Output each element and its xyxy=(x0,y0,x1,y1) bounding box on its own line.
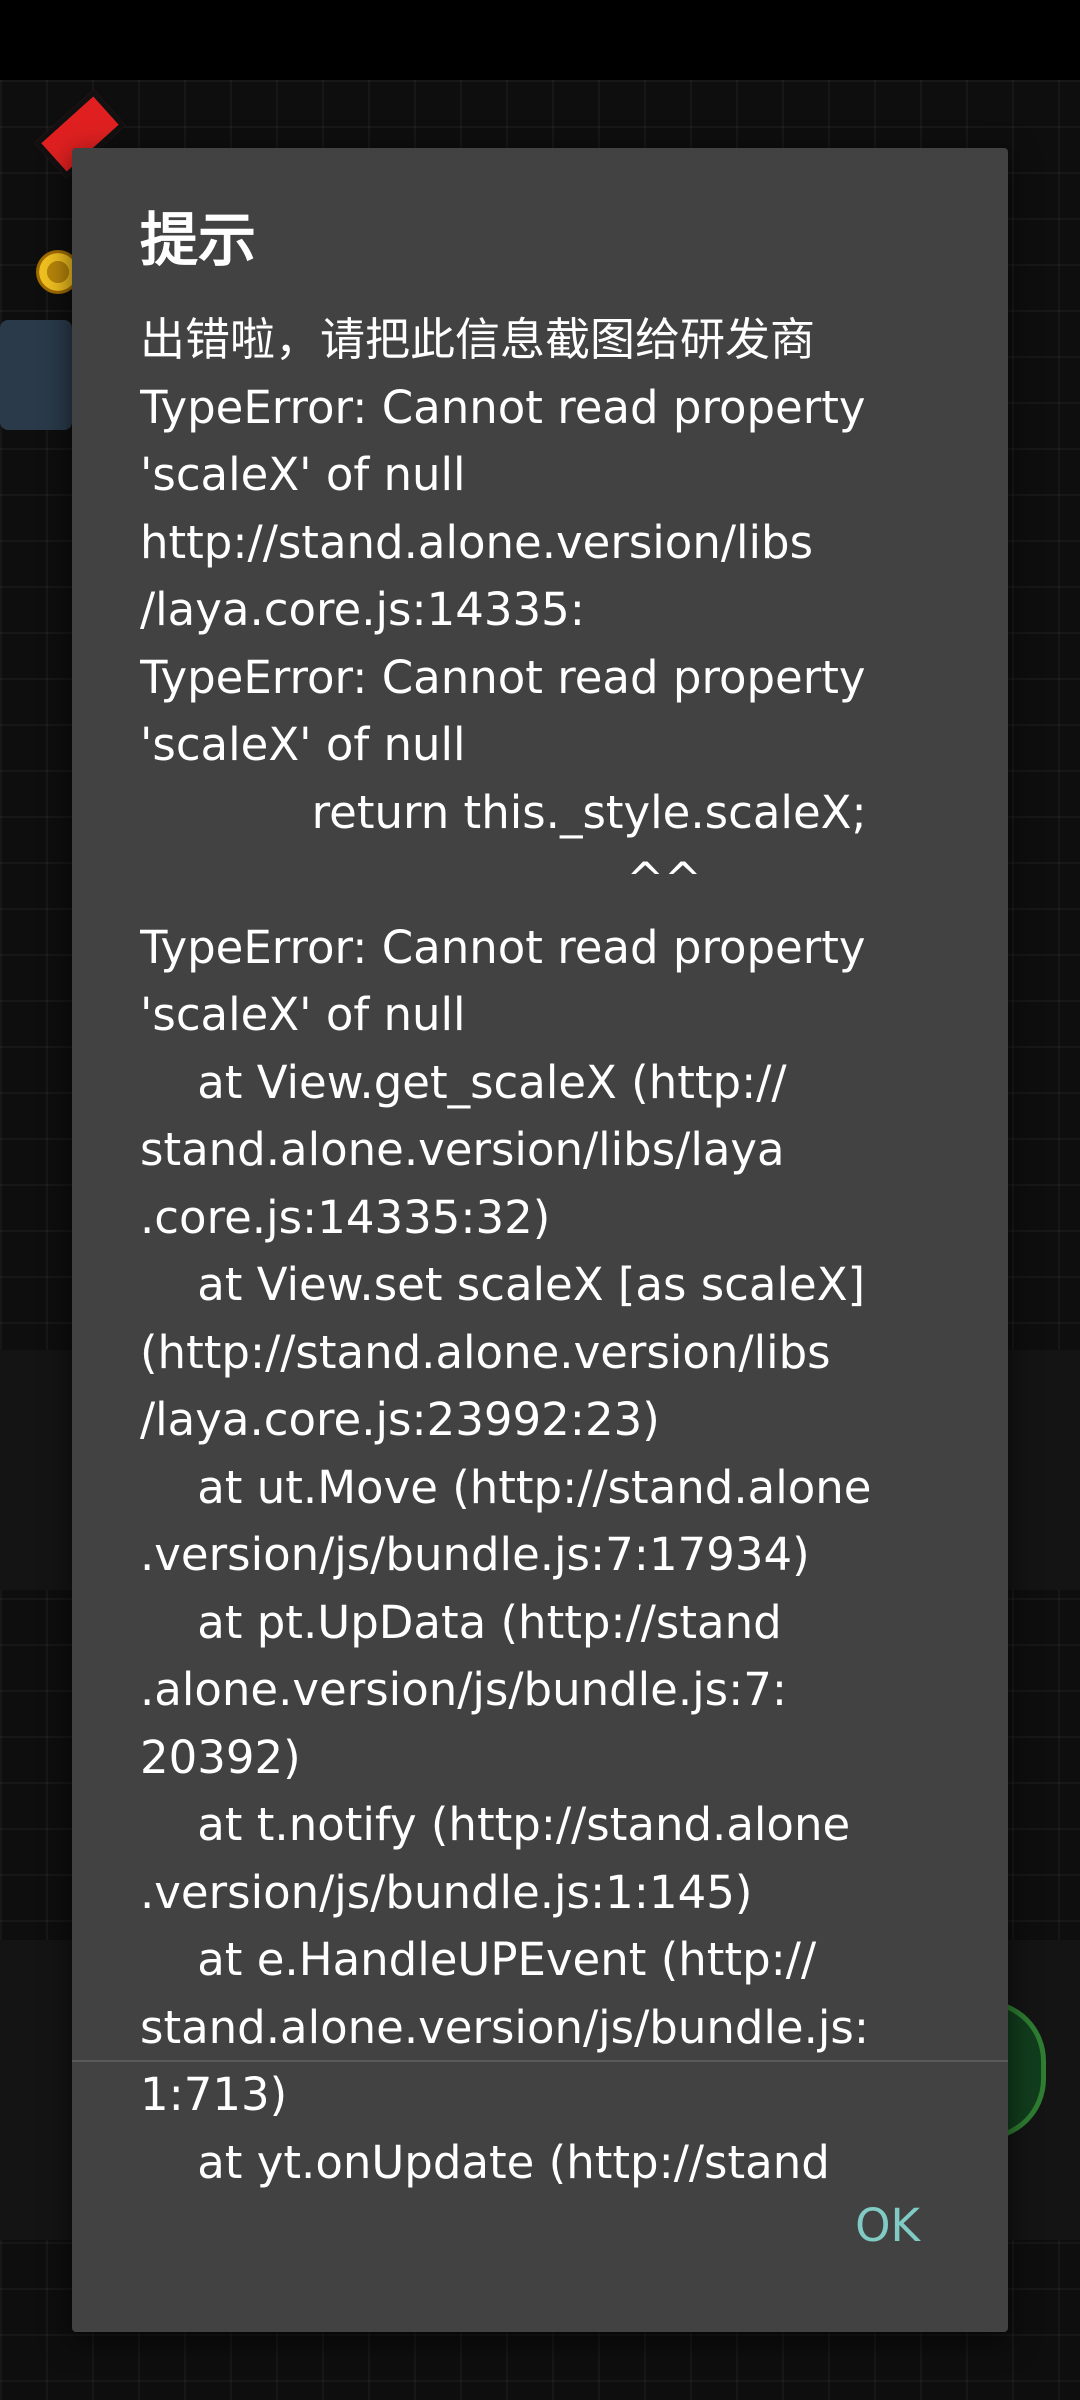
error-message: 出错啦，请把此信息截图给研发商 TypeError: Cannot read p… xyxy=(140,313,872,2189)
dialog-divider xyxy=(72,2060,1008,2062)
character-portrait xyxy=(0,320,72,430)
ok-button[interactable]: OK xyxy=(839,2188,936,2264)
dialog-message-scroll[interactable]: 出错啦，请把此信息截图给研发商 TypeError: Cannot read p… xyxy=(140,306,1008,2218)
dialog-title: 提示 xyxy=(140,206,257,274)
status-bar xyxy=(0,0,1080,80)
error-dialog: 提示 出错啦，请把此信息截图给研发商 TypeError: Cannot rea… xyxy=(72,148,1008,2332)
screen: 提示 出错啦，请把此信息截图给研发商 TypeError: Cannot rea… xyxy=(0,0,1080,2400)
